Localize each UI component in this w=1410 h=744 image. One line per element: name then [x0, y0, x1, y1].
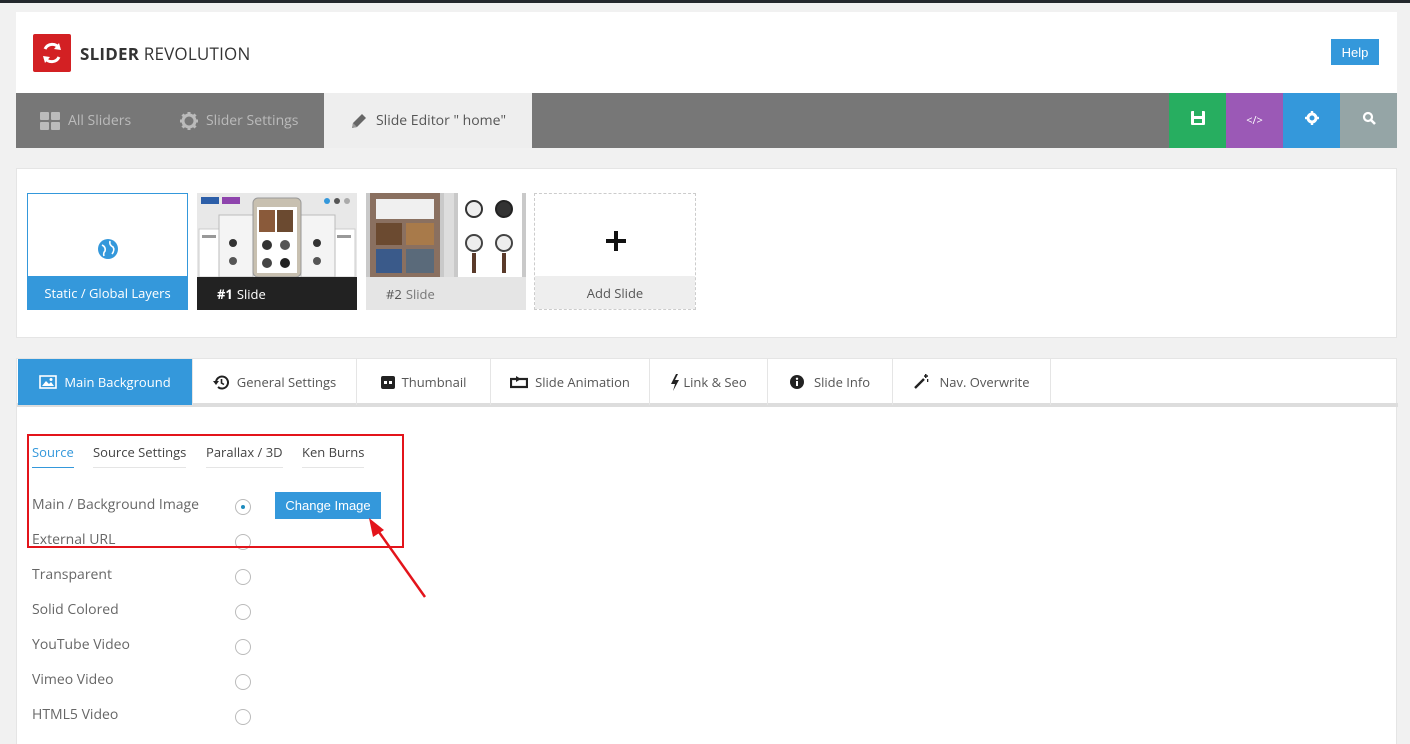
- static-layers-label: Static / Global Layers: [28, 276, 187, 309]
- plugin-header: SLIDER REVOLUTION Help: [16, 12, 1397, 93]
- option-label-solid-colored: Solid Colored: [32, 600, 119, 619]
- wand-icon: [913, 374, 929, 390]
- tab-label: Slide Info: [813, 373, 871, 391]
- annotation-highlight-box: [27, 434, 404, 548]
- add-slide-label: Add Slide: [535, 276, 695, 309]
- settings-icon: [1304, 111, 1319, 130]
- pencil-icon: [350, 112, 368, 130]
- radio-transparent[interactable]: [235, 569, 251, 585]
- option-label-vimeo-video: Vimeo Video: [32, 670, 114, 689]
- info-icon: [789, 375, 804, 389]
- option-label-youtube-video: YouTube Video: [32, 635, 130, 654]
- gear-icon: [180, 111, 198, 130]
- tab-label: Main Background: [64, 373, 171, 391]
- preview-search-button[interactable]: [1340, 93, 1397, 148]
- search-icon: [1362, 111, 1376, 130]
- tab-label: Thumbnail: [401, 373, 467, 391]
- add-slide-button[interactable]: Add Slide: [534, 193, 696, 310]
- tab-nav-overwrite[interactable]: Nav. Overwrite: [893, 359, 1051, 405]
- save-icon: [1190, 111, 1205, 130]
- radio-vimeo-video[interactable]: [235, 674, 251, 690]
- tab-general-settings[interactable]: General Settings: [193, 359, 357, 405]
- radio-solid-colored[interactable]: [235, 604, 251, 620]
- global-settings-button[interactable]: [1283, 93, 1340, 148]
- tab-label: General Settings: [236, 373, 337, 391]
- nav-slider-settings-label: Slider Settings: [206, 111, 299, 130]
- slide-2-thumbnail[interactable]: #2 Slide: [366, 193, 526, 310]
- history-icon: [212, 374, 230, 391]
- static-global-layers-slide[interactable]: Static / Global Layers: [27, 193, 188, 310]
- tab-label: Nav. Overwrite: [939, 373, 1030, 391]
- save-slide-button[interactable]: [1169, 93, 1226, 148]
- tab-slide-info[interactable]: Slide Info: [768, 359, 893, 405]
- code-icon: </>: [1246, 113, 1263, 128]
- image-icon: [39, 375, 58, 389]
- settings-tabs: Main Background General Settings Thumbna…: [17, 359, 1398, 407]
- plus-icon: [606, 231, 626, 256]
- tab-link-seo[interactable]: Link & Seo: [650, 359, 768, 405]
- grid-icon: [40, 111, 60, 130]
- tab-label: Link & Seo: [683, 373, 747, 391]
- slide-2-label: #2 Slide: [366, 277, 526, 310]
- nav-slider-settings[interactable]: Slider Settings: [180, 93, 298, 148]
- slide-1-preview-image: [197, 193, 357, 278]
- slides-list-panel: Static / Global Layers #1 Slide #2 Slide…: [16, 168, 1397, 338]
- nav-slide-editor[interactable]: Slide Editor " home": [324, 93, 532, 148]
- radio-html5-video[interactable]: [235, 709, 251, 725]
- tab-label: Slide Animation: [535, 373, 630, 391]
- slide-settings-panel: Main Background General Settings Thumbna…: [16, 358, 1398, 744]
- tab-slide-animation[interactable]: Slide Animation: [491, 359, 650, 405]
- slide-1-thumbnail[interactable]: #1 Slide: [197, 193, 357, 310]
- loop-icon: [510, 375, 529, 389]
- slide-2-preview-image: [366, 193, 526, 277]
- css-editor-button[interactable]: </>: [1226, 93, 1283, 148]
- slide-1-label: #1 Slide: [197, 277, 357, 310]
- option-label-transparent: Transparent: [32, 565, 112, 584]
- option-label-html5-video: HTML5 Video: [32, 705, 119, 724]
- nav-slide-editor-label: Slide Editor " home": [376, 111, 507, 130]
- thumbnail-icon: [380, 375, 395, 389]
- slider-revolution-logo-icon: [33, 34, 71, 72]
- nav-all-sliders-label: All Sliders: [68, 111, 132, 130]
- editor-nav-bar: All Sliders Slider Settings Slide Editor…: [16, 93, 1397, 148]
- tab-main-background[interactable]: Main Background: [18, 359, 193, 405]
- nav-all-sliders[interactable]: All Sliders: [40, 93, 131, 148]
- tab-thumbnail[interactable]: Thumbnail: [357, 359, 491, 405]
- radio-youtube-video[interactable]: [235, 639, 251, 655]
- app-title: SLIDER REVOLUTION: [80, 42, 251, 65]
- admin-top-bar: [0, 0, 1410, 3]
- help-button[interactable]: Help: [1331, 39, 1379, 65]
- globe-icon: [98, 239, 118, 264]
- bolt-icon: [670, 373, 680, 391]
